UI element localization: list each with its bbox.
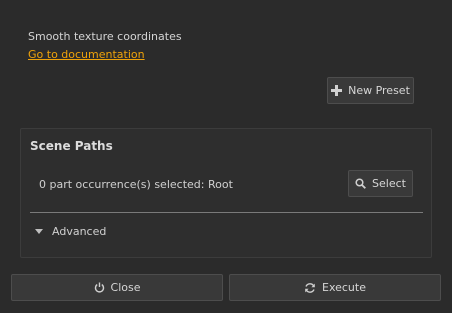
scene-paths-title: Scene Paths: [30, 139, 113, 153]
select-label: Select: [372, 177, 406, 190]
scene-paths-panel: Scene Paths 0 part occurrence(s) selecte…: [20, 128, 432, 258]
advanced-toggle[interactable]: Advanced: [35, 225, 106, 238]
close-button[interactable]: Close: [11, 274, 223, 301]
selection-status: 0 part occurrence(s) selected: Root: [39, 178, 233, 191]
plus-icon: [331, 85, 343, 96]
search-icon: [355, 178, 366, 189]
advanced-label: Advanced: [52, 225, 107, 238]
close-label: Close: [110, 281, 141, 294]
power-icon: [94, 282, 105, 293]
new-preset-label: New Preset: [348, 84, 410, 97]
chevron-down-icon: [35, 229, 43, 234]
refresh-icon: [304, 282, 316, 294]
execute-button[interactable]: Execute: [229, 274, 441, 301]
select-button[interactable]: Select: [348, 170, 413, 197]
new-preset-button[interactable]: New Preset: [327, 77, 414, 104]
execute-label: Execute: [322, 281, 366, 294]
divider: [30, 212, 423, 213]
function-description: Smooth texture coordinates: [28, 30, 182, 43]
documentation-link[interactable]: Go to documentation: [28, 48, 145, 61]
